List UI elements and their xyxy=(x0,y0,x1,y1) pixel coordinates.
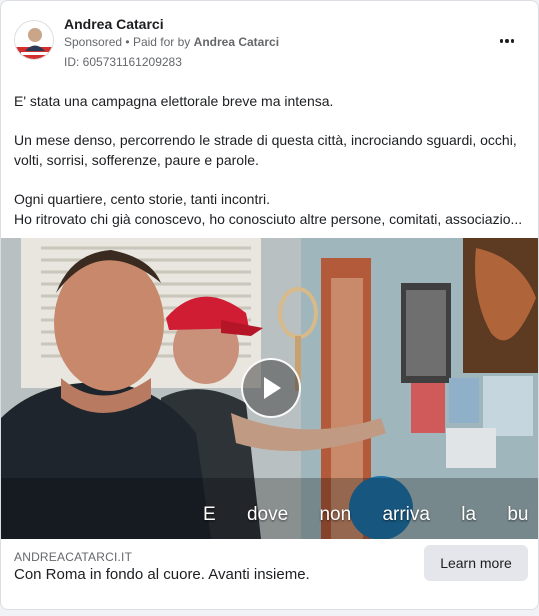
ad-card: Andrea Catarci Sponsored • Paid for by A… xyxy=(0,0,539,610)
body-line: E' stata una campagna elettorale breve m… xyxy=(14,93,334,109)
link-footer[interactable]: ANDREACATARCI.IT Con Roma in fondo al cu… xyxy=(1,539,538,609)
learn-more-button[interactable]: Learn more xyxy=(424,545,528,581)
ad-id: ID: 605731161209283 xyxy=(64,55,182,69)
more-options-icon[interactable] xyxy=(495,31,519,51)
body-line: Ho ritrovato chi già conoscevo, ho conos… xyxy=(14,211,523,227)
play-icon xyxy=(264,377,281,399)
author-name[interactable]: Andrea Catarci xyxy=(64,16,164,32)
body-line: volti, sorrisi, sofferenze, paure e paro… xyxy=(14,152,259,168)
link-headline[interactable]: Con Roma in fondo al cuore. Avanti insie… xyxy=(14,566,310,583)
body-line: Un mese denso, percorrendo le strade di … xyxy=(14,132,517,148)
video-subtitle: E dove non arriva la bu xyxy=(203,504,538,526)
paid-for-prefix: Paid for by xyxy=(132,35,191,49)
avatar[interactable] xyxy=(14,20,54,60)
separator-dot: • xyxy=(125,35,130,49)
subtitle-word: E xyxy=(203,504,216,525)
play-button[interactable] xyxy=(241,358,301,418)
avatar-image xyxy=(15,21,53,59)
link-domain[interactable]: ANDREACATARCI.IT xyxy=(14,550,132,564)
post-body: E' stata una campagna elettorale breve m… xyxy=(14,91,529,229)
subtitle-word: dove xyxy=(246,504,289,525)
sponsored-line: Sponsored • Paid for by Andrea Catarci xyxy=(64,35,279,49)
subtitle-word: la xyxy=(461,504,477,525)
body-line: Ogni quartiere, cento storie, tanti inco… xyxy=(14,191,271,207)
paid-for-name[interactable]: Andrea Catarci xyxy=(194,35,279,49)
subtitle-word: arriva xyxy=(382,504,430,525)
subtitle-word: bu xyxy=(507,504,529,525)
subtitle-word: non xyxy=(319,504,352,525)
sponsored-label: Sponsored xyxy=(64,35,123,49)
post-header: Andrea Catarci Sponsored • Paid for by A… xyxy=(1,1,538,81)
